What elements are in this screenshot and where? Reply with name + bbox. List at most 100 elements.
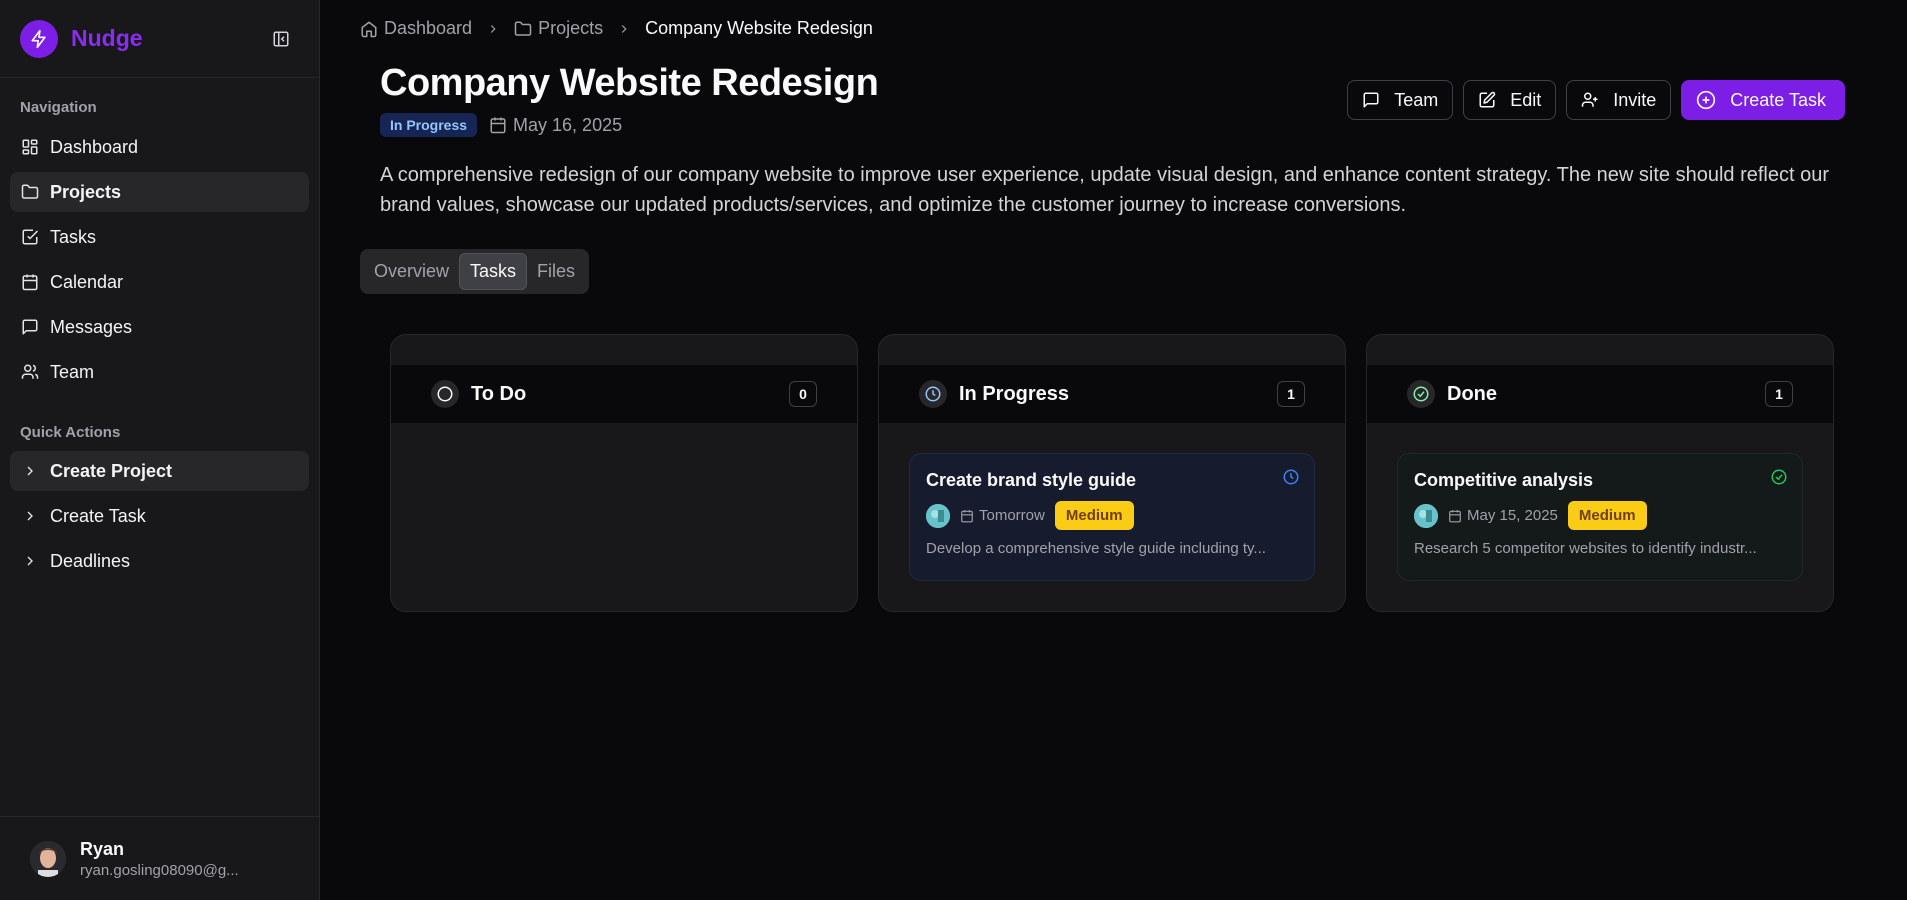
column-header: Done 1 — [1367, 365, 1833, 423]
chevron-right-icon — [20, 551, 40, 571]
user-email: ryan.gosling08090@g... — [80, 861, 239, 879]
sidebar-item-label: Projects — [50, 181, 122, 202]
clock-icon — [919, 380, 947, 408]
column-count: 0 — [789, 381, 817, 407]
column-title: To Do — [471, 382, 527, 405]
plus-circle-icon — [1696, 90, 1716, 110]
tab-tasks[interactable]: Tasks — [459, 253, 528, 290]
task-title: Create brand style guide — [926, 470, 1137, 490]
checkbox-icon — [20, 227, 40, 247]
sidebar-item-label: Messages — [50, 316, 133, 337]
priority-badge: Medium — [1054, 501, 1134, 530]
folder-icon — [20, 182, 40, 202]
assignee-avatar — [926, 503, 950, 528]
chevron-right-icon — [617, 22, 631, 36]
column-title: In Progress — [959, 382, 1070, 405]
avatar — [30, 840, 66, 877]
breadcrumb-label: Projects — [538, 18, 604, 38]
create-task-button-label: Create Task — [1730, 89, 1826, 110]
sidebar-header: Nudge — [0, 0, 319, 78]
edit-button-label: Edit — [1510, 89, 1542, 110]
dashboard-icon — [20, 137, 40, 157]
task-meta: Tomorrow Medium — [926, 501, 1298, 530]
breadcrumb-current: Company Website Redesign — [645, 18, 873, 38]
quick-action-label: Create Task — [50, 505, 146, 526]
sidebar-item-tasks[interactable]: Tasks — [10, 217, 309, 257]
page-title: Company Website Redesign — [380, 62, 879, 104]
calendar-icon — [20, 272, 40, 292]
column-title: Done — [1447, 382, 1497, 405]
column-header: In Progress 1 — [879, 365, 1345, 423]
sidebar-item-messages[interactable]: Messages — [10, 307, 309, 347]
task-due-date-text: May 15, 2025 — [1467, 507, 1558, 524]
task-description: Research 5 competitor websites to identi… — [1414, 540, 1757, 557]
quick-actions-label: Quick Actions — [20, 424, 121, 441]
folder-icon — [514, 20, 532, 38]
breadcrumb-dashboard[interactable]: Dashboard — [360, 18, 472, 39]
task-due-date: May 15, 2025 — [1448, 507, 1558, 524]
message-icon — [1362, 91, 1380, 109]
message-icon — [20, 317, 40, 337]
invite-button[interactable]: Invite — [1566, 80, 1672, 120]
app-name: Nudge — [71, 25, 143, 51]
column-in-progress: In Progress 1 Create brand style guide T… — [878, 334, 1346, 612]
column-todo: To Do 0 — [390, 334, 858, 612]
tab-files[interactable]: Files — [527, 253, 585, 290]
column-count: 1 — [1277, 381, 1305, 407]
clock-icon — [1282, 468, 1300, 486]
sidebar-item-calendar[interactable]: Calendar — [10, 262, 309, 302]
quick-action-label: Create Project — [50, 460, 173, 481]
project-date: May 16, 2025 — [489, 115, 622, 136]
sidebar-item-team[interactable]: Team — [10, 352, 309, 392]
edit-icon — [1478, 91, 1496, 109]
task-card[interactable]: Competitive analysis May 15, 2025 Medium… — [1397, 453, 1803, 581]
sidebar-item-label: Tasks — [50, 226, 97, 247]
project-description: A comprehensive redesign of our company … — [380, 164, 1829, 216]
project-date-text: May 16, 2025 — [513, 114, 623, 135]
sidebar-item-dashboard[interactable]: Dashboard — [10, 127, 309, 167]
chevron-right-icon — [486, 22, 500, 36]
sidebar-item-label: Calendar — [50, 271, 124, 292]
sidebar-item-label: Dashboard — [50, 136, 139, 157]
user-name: Ryan — [80, 838, 125, 859]
quick-action-create-project[interactable]: Create Project — [10, 451, 309, 491]
logo-icon — [20, 19, 58, 58]
sidebar-item-projects[interactable]: Projects — [10, 172, 309, 212]
check-circle-icon — [1407, 380, 1435, 408]
column-count: 1 — [1765, 381, 1793, 407]
user-profile[interactable]: Ryan ryan.gosling08090@g... — [0, 816, 319, 900]
invite-button-label: Invite — [1613, 89, 1657, 110]
quick-action-label: Deadlines — [50, 550, 131, 571]
sidebar-collapse-icon[interactable] — [269, 27, 293, 51]
task-card[interactable]: Create brand style guide Tomorrow Medium… — [909, 453, 1315, 581]
check-circle-icon — [1770, 468, 1788, 486]
quick-action-deadlines[interactable]: Deadlines — [10, 541, 309, 581]
task-due-date: Tomorrow — [960, 507, 1045, 524]
user-plus-icon — [1581, 91, 1599, 109]
circle-icon — [431, 380, 459, 408]
task-meta: May 15, 2025 Medium — [1414, 501, 1786, 530]
sidebar-item-label: Team — [50, 361, 95, 382]
home-icon — [360, 20, 378, 38]
calendar-icon — [1448, 509, 1462, 523]
quick-action-create-task[interactable]: Create Task — [10, 496, 309, 536]
project-tabs: Overview Tasks Files — [360, 249, 590, 294]
project-actions: Team Edit Invite Create Task — [1347, 80, 1845, 120]
create-task-button[interactable]: Create Task — [1681, 80, 1845, 120]
users-icon — [20, 362, 40, 382]
breadcrumb: Dashboard Projects Company Website Redes… — [360, 18, 873, 39]
breadcrumb-projects[interactable]: Projects — [514, 18, 603, 39]
column-done: Done 1 Competitive analysis May 15, 2025… — [1366, 334, 1834, 612]
status-badge: In Progress — [380, 113, 478, 137]
calendar-icon — [489, 116, 507, 134]
calendar-icon — [960, 509, 974, 523]
team-button[interactable]: Team — [1347, 80, 1454, 120]
priority-badge: Medium — [1567, 501, 1647, 530]
assignee-avatar — [1414, 503, 1438, 528]
project-meta: In Progress May 16, 2025 — [380, 113, 622, 137]
tab-overview[interactable]: Overview — [364, 253, 459, 290]
chevron-right-icon — [20, 461, 40, 481]
edit-button[interactable]: Edit — [1463, 80, 1557, 120]
task-due-date-text: Tomorrow — [979, 507, 1045, 524]
main-content: Dashboard Projects Company Website Redes… — [320, 0, 1907, 900]
